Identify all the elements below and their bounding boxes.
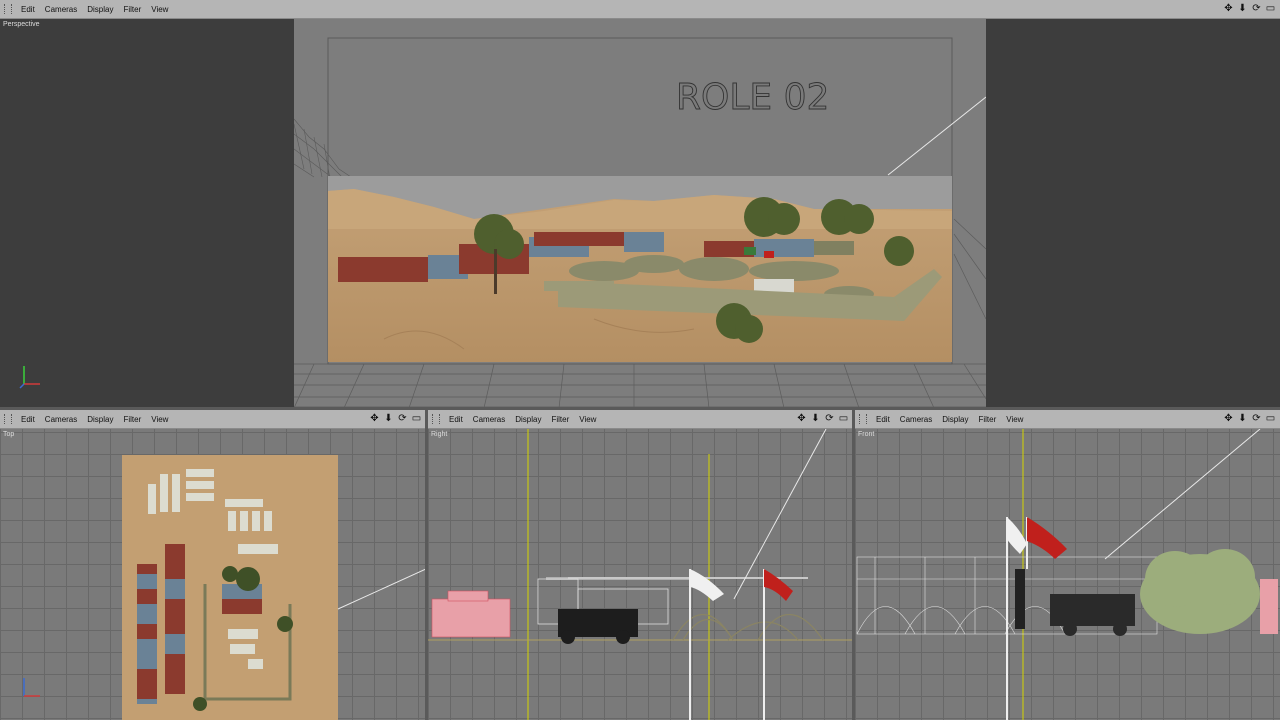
arrow-down-icon[interactable]: ⬇ (1237, 2, 1248, 15)
menubar-grip[interactable] (4, 4, 12, 14)
maximize-icon[interactable]: ▭ (411, 412, 422, 425)
menu-filter[interactable]: Filter (973, 415, 1001, 424)
maximize-icon[interactable]: ▭ (838, 412, 849, 425)
red-flag (764, 569, 793, 601)
top-menubar: Edit Cameras Display Filter View ✥ ⬇ ⟳ ▭ (0, 410, 426, 429)
perspective-viewport[interactable]: Edit Cameras Display Filter View ✥ ⬇ ⟳ ▭… (0, 0, 1280, 408)
menubar-grip[interactable] (859, 414, 867, 424)
menu-view[interactable]: View (574, 415, 601, 424)
viewport-label-right: Right (431, 431, 448, 438)
white-flag (1007, 517, 1027, 554)
menu-filter[interactable]: Filter (546, 415, 574, 424)
pink-wire-edge (1260, 579, 1278, 634)
rotate-icon[interactable]: ⟳ (397, 412, 408, 425)
menu-view[interactable]: View (1001, 415, 1028, 424)
viewport-label-front: Front (858, 431, 875, 438)
maximize-icon[interactable]: ▭ (1265, 2, 1276, 15)
maximize-icon[interactable]: ▭ (1265, 412, 1276, 425)
right-viewport[interactable]: Edit Cameras Display Filter View ✥ ⬇ ⟳ ▭… (428, 410, 853, 720)
tent-frames (672, 613, 824, 641)
axis-gizmo (23, 678, 40, 697)
menu-edit[interactable]: Edit (444, 415, 468, 424)
arrow-down-icon[interactable]: ⬇ (383, 412, 394, 425)
menu-cameras[interactable]: Cameras (468, 415, 510, 424)
render-image (328, 176, 952, 362)
front-viewport[interactable]: Edit Cameras Display Filter View ✥ ⬇ ⟳ ▭… (855, 410, 1280, 720)
menubar-grip[interactable] (4, 414, 12, 424)
menu-edit[interactable]: Edit (16, 415, 40, 424)
bush-wireframe (1140, 549, 1260, 634)
viewport-label-perspective: Perspective (3, 21, 40, 28)
menu-view[interactable]: View (146, 5, 173, 14)
menu-view[interactable]: View (146, 415, 173, 424)
pink-wire-vehicle (431, 590, 511, 638)
menu-filter[interactable]: Filter (118, 415, 146, 424)
menubar-grip[interactable] (432, 414, 440, 424)
menu-display[interactable]: Display (82, 415, 118, 424)
menu-cameras[interactable]: Cameras (895, 415, 937, 424)
rotate-icon[interactable]: ⟳ (1251, 412, 1262, 425)
perspective-scene: ROLE 02 (294, 19, 986, 408)
menu-edit[interactable]: Edit (16, 5, 40, 14)
menu-cameras[interactable]: Cameras (40, 5, 82, 14)
viewport-label-top: Top (3, 431, 15, 438)
arrow-down-icon[interactable]: ⬇ (1237, 412, 1248, 425)
red-flag (1027, 517, 1067, 559)
perspective-menubar: Edit Cameras Display Filter View ✥ ⬇ ⟳ ▭ (0, 0, 1280, 19)
axis-gizmo (19, 366, 40, 389)
move-icon[interactable]: ✥ (1223, 2, 1234, 15)
right-scene (428, 429, 853, 720)
vehicle-dark (558, 609, 638, 644)
menu-display[interactable]: Display (510, 415, 546, 424)
move-icon[interactable]: ✥ (796, 412, 807, 425)
arrow-down-icon[interactable]: ⬇ (810, 412, 821, 425)
menu-display[interactable]: Display (82, 5, 118, 14)
role-title-text: ROLE 02 (676, 77, 829, 118)
top-viewport[interactable]: Edit Cameras Display Filter View ✥ ⬇ ⟳ ▭… (0, 410, 426, 720)
rotate-icon[interactable]: ⟳ (824, 412, 835, 425)
rotate-icon[interactable]: ⟳ (1251, 2, 1262, 15)
top-scene (122, 455, 426, 720)
move-icon[interactable]: ✥ (369, 412, 380, 425)
move-icon[interactable]: ✥ (1223, 412, 1234, 425)
menu-edit[interactable]: Edit (871, 415, 895, 424)
menu-cameras[interactable]: Cameras (40, 415, 82, 424)
right-menubar: Edit Cameras Display Filter View ✥ ⬇ ⟳ ▭ (428, 410, 853, 429)
menu-filter[interactable]: Filter (118, 5, 146, 14)
front-menubar: Edit Cameras Display Filter View ✥ ⬇ ⟳ ▭ (855, 410, 1280, 429)
white-flag (690, 569, 724, 601)
menu-display[interactable]: Display (937, 415, 973, 424)
front-scene (856, 429, 1278, 720)
